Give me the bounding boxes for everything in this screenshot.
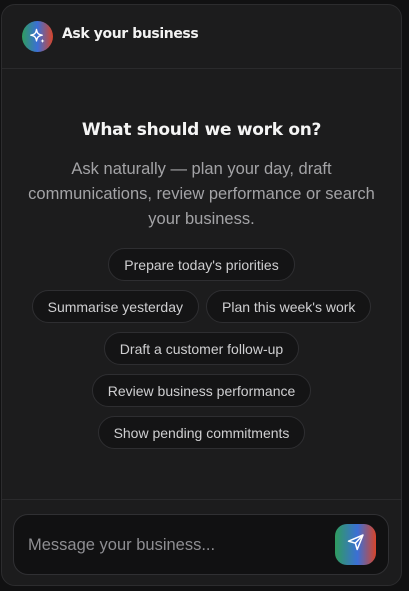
hero-title: What should we work on? [81,120,322,140]
suggestion-chip-performance[interactable]: Review business performance [91,374,312,407]
suggestion-chip-summarise[interactable]: Summarise yesterday [31,290,199,323]
message-composer [13,514,389,575]
send-button[interactable] [335,524,376,565]
hero-subtitle: Ask naturally — plan your day, draft com… [28,160,375,228]
suggestion-chip-commitments[interactable]: Show pending commitments [97,416,306,449]
send-icon [346,532,366,557]
panel-header: Ask your business [2,5,401,69]
chat-panel: Ask your business What should we work on… [1,4,402,586]
suggestion-chip-priorities[interactable]: Prepare today's priorities [108,248,295,281]
suggestion-chips: Prepare today's priorities Summarise yes… [2,248,401,458]
suggestion-chip-plan-week[interactable]: Plan this week's work [206,290,372,323]
composer-divider [2,499,401,500]
suggestion-chip-follow-up[interactable]: Draft a customer follow-up [103,332,300,365]
message-input[interactable] [28,534,328,556]
header-title: Ask your business [62,26,199,42]
sparkle-icon [22,21,53,52]
